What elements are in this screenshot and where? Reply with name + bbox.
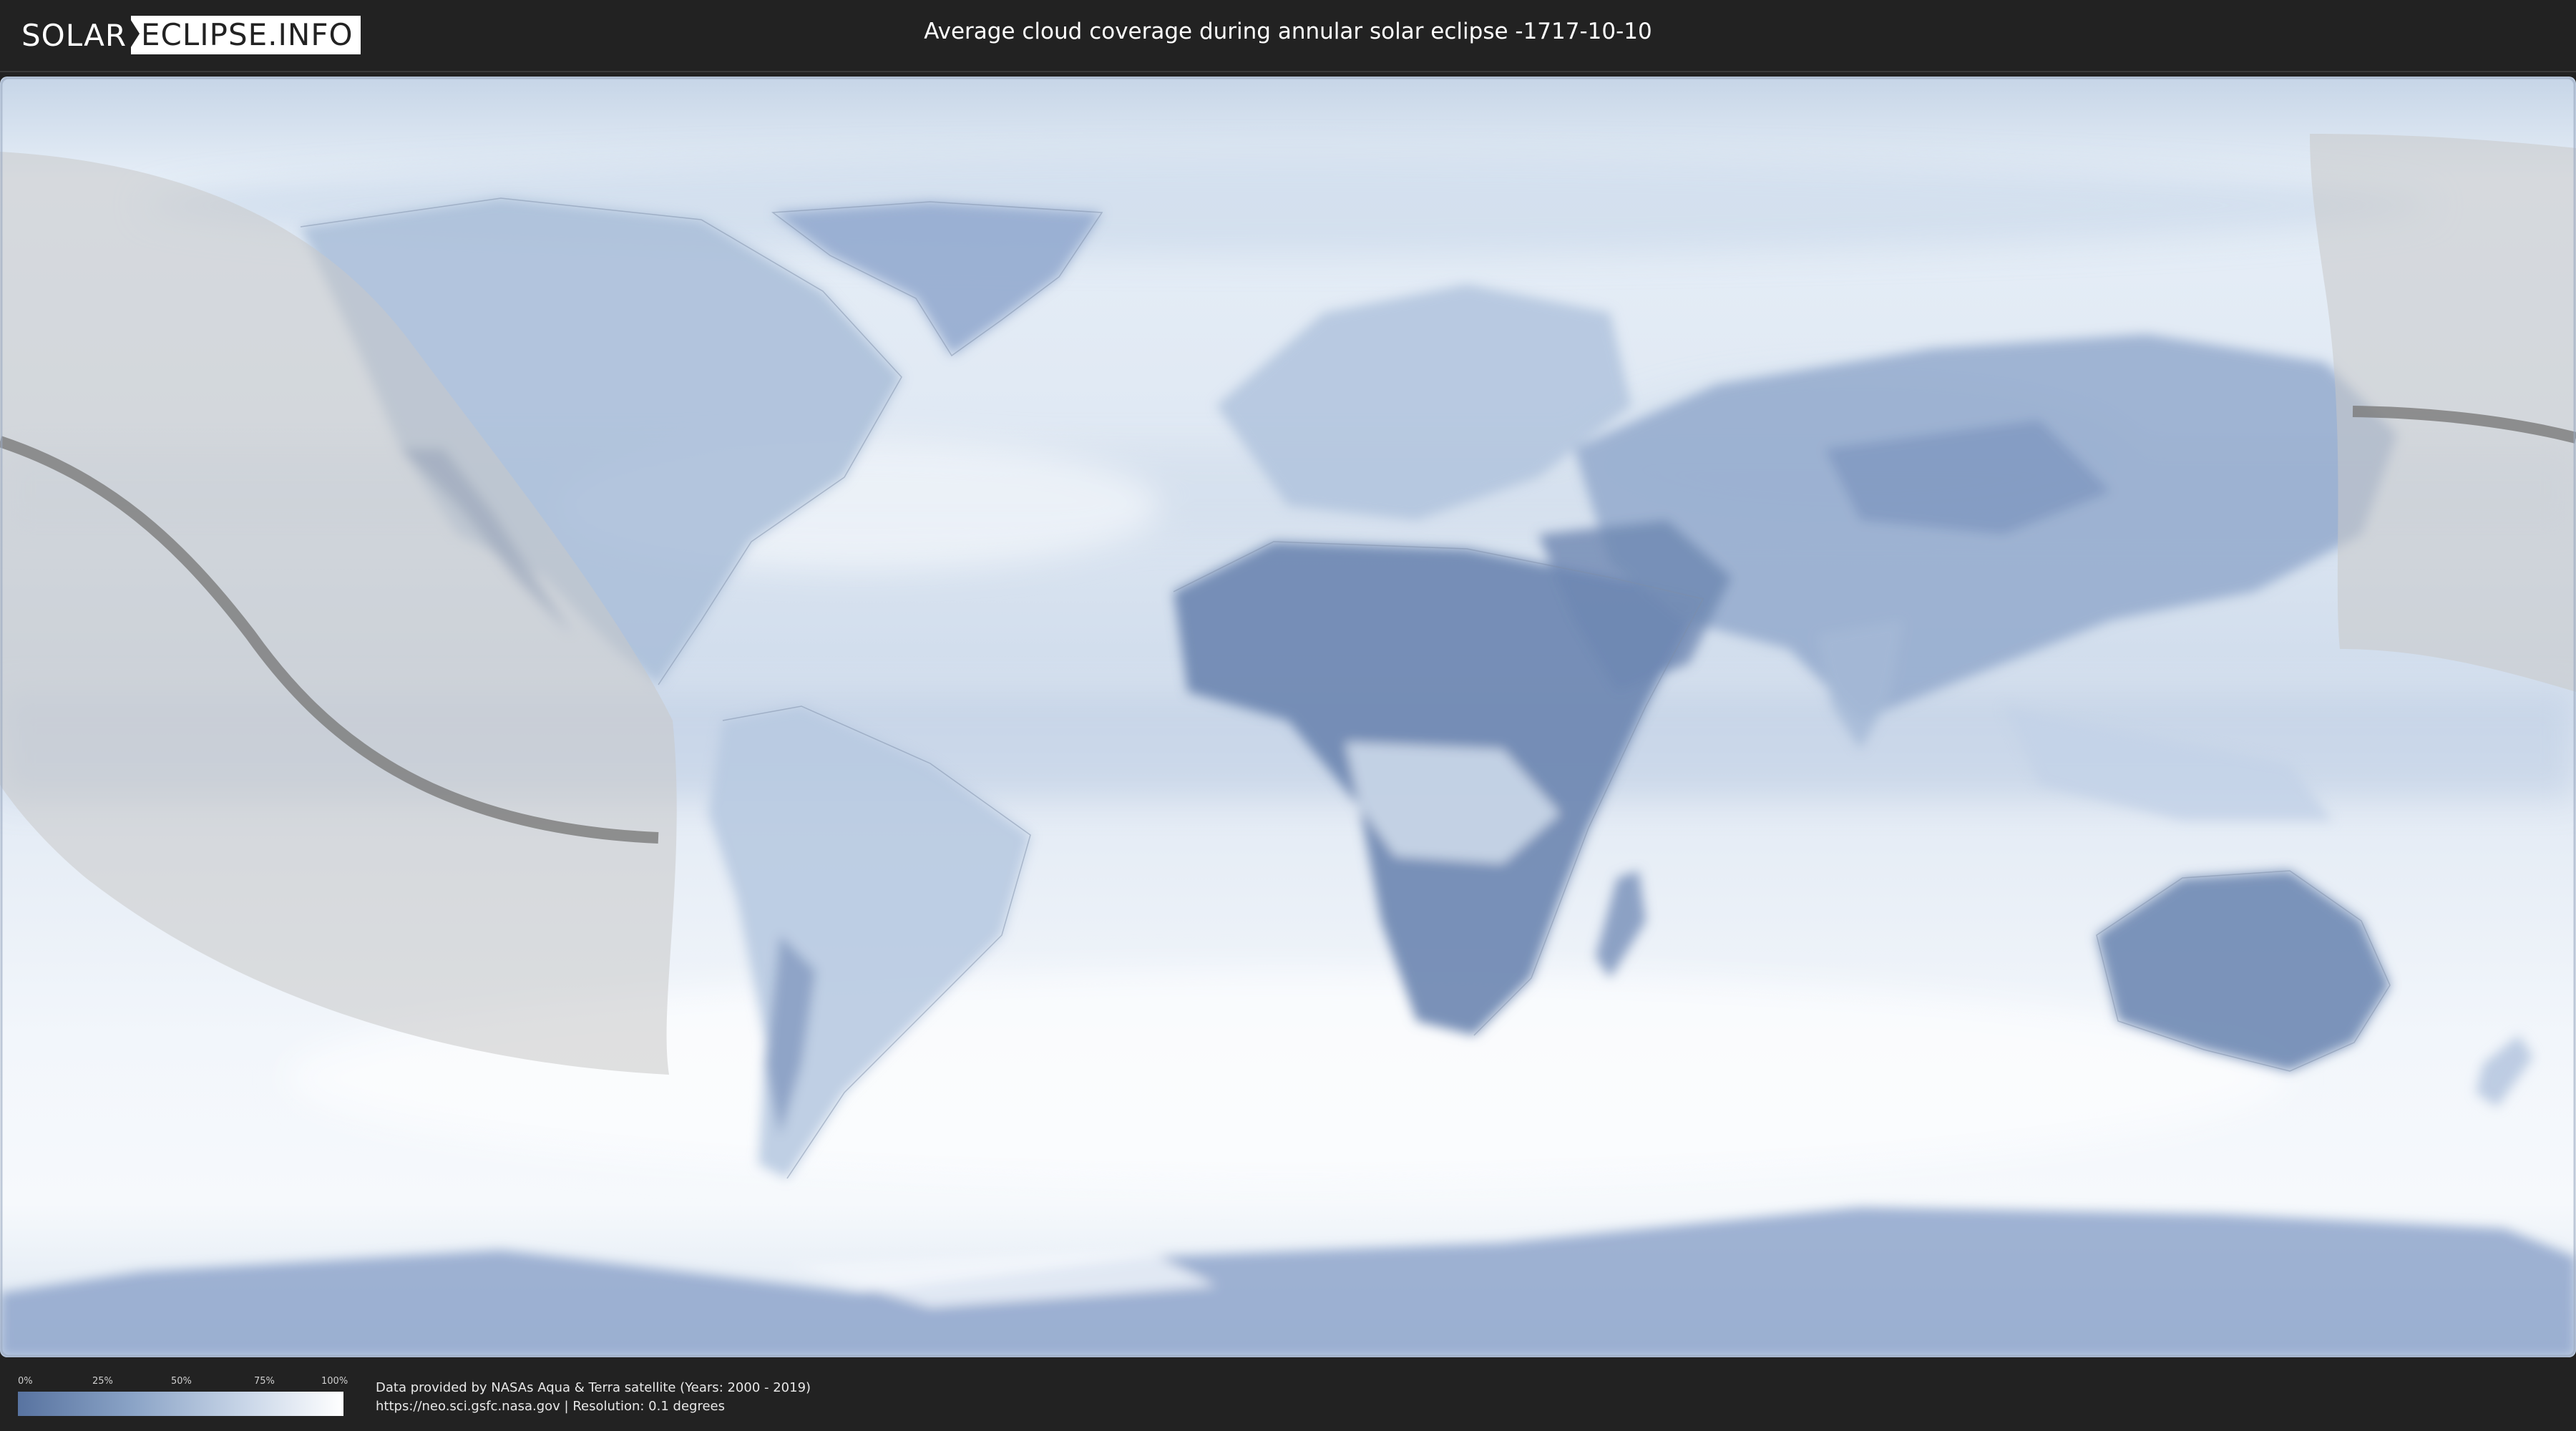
source-line-2[interactable]: https://neo.sci.gsfc.nasa.gov | Resoluti… [376,1397,811,1416]
legend-tick: 50% [171,1376,192,1387]
legend-tick: 75% [254,1376,275,1387]
legend-tick: 100% [321,1376,348,1387]
legend-tick: 25% [92,1376,113,1387]
legend-tick: 0% [18,1376,33,1387]
header-bar: SOLAR ECLIPSE.INFO Average cloud coverag… [0,0,2576,72]
data-source: Data provided by NASAs Aqua & Terra sate… [376,1379,811,1416]
page-title: Average cloud coverage during annular so… [924,19,1652,44]
legend-ticks: 0% 25% 50% 75% 100% [18,1376,348,1389]
footer-bar: 0% 25% 50% 75% 100% Data provided by NAS… [0,1363,2576,1431]
cloud-coverage-map[interactable] [0,77,2576,1357]
cloud-coverage-legend: 0% 25% 50% 75% 100% [18,1376,348,1416]
source-line-1: Data provided by NASAs Aqua & Terra sate… [376,1380,811,1395]
legend-color-bar [18,1392,343,1416]
